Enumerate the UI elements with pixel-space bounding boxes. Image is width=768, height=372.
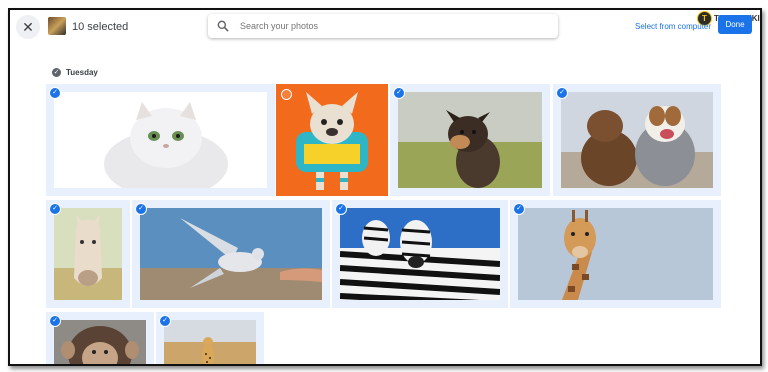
selected-count: 10 selected <box>72 21 129 33</box>
close-button[interactable]: ✕ <box>16 15 40 39</box>
selected-check-icon[interactable]: ✓ <box>394 88 404 98</box>
photo-tile[interactable]: ✓ <box>46 200 130 308</box>
selected-check-icon[interactable]: ✓ <box>50 204 60 214</box>
photo-persian-cat <box>54 92 267 188</box>
search-icon <box>217 20 229 32</box>
photo-french-bulldog-costume <box>276 84 388 196</box>
select-from-computer-link[interactable]: Select from computer <box>635 22 711 31</box>
photo-chimpanzee <box>54 320 146 364</box>
date-group-label: Tuesday <box>66 68 98 77</box>
selected-check-icon[interactable]: ✓ <box>160 316 170 326</box>
date-select-check-icon[interactable]: ✓ <box>52 68 61 77</box>
close-icon: ✕ <box>22 18 34 35</box>
photo-two-dogs <box>561 92 713 188</box>
done-button[interactable]: Done <box>718 15 752 34</box>
photo-tile[interactable]: ✓ <box>553 84 721 196</box>
photo-giraffe <box>518 208 713 300</box>
selection-thumbnail <box>48 17 66 35</box>
photo-tile[interactable]: ✓ <box>156 312 264 364</box>
selected-check-icon[interactable]: ✓ <box>557 88 567 98</box>
photo-tile[interactable]: ✓ <box>390 84 550 196</box>
photo-dove-and-hand <box>140 208 322 300</box>
photo-tile[interactable] <box>276 84 388 196</box>
selected-check-icon[interactable]: ✓ <box>514 204 524 214</box>
selected-check-icon[interactable]: ✓ <box>136 204 146 214</box>
search-input[interactable] <box>238 20 542 32</box>
photo-zebras <box>340 208 500 300</box>
top-bar: ✕ 10 selected Select from computer Done <box>10 10 760 46</box>
photo-tile[interactable]: ✓ <box>510 200 721 308</box>
selected-check-icon[interactable]: ✓ <box>50 88 60 98</box>
unselected-check-icon[interactable] <box>281 89 292 100</box>
photo-puppy-in-grass <box>398 92 542 188</box>
photo-tile[interactable]: ✓ <box>46 312 154 364</box>
photo-picker-window: T TECHJUNKIE ✕ 10 selected Select from c… <box>8 8 762 366</box>
selected-check-icon[interactable]: ✓ <box>336 204 346 214</box>
photo-tile[interactable]: ✓ <box>132 200 330 308</box>
selected-check-icon[interactable]: ✓ <box>50 316 60 326</box>
photo-tile[interactable]: ✓ <box>46 84 275 196</box>
photo-white-horse <box>54 208 122 300</box>
photo-cheetah-savanna <box>164 320 256 364</box>
search-bar[interactable] <box>208 14 558 38</box>
photo-tile[interactable]: ✓ <box>332 200 508 308</box>
